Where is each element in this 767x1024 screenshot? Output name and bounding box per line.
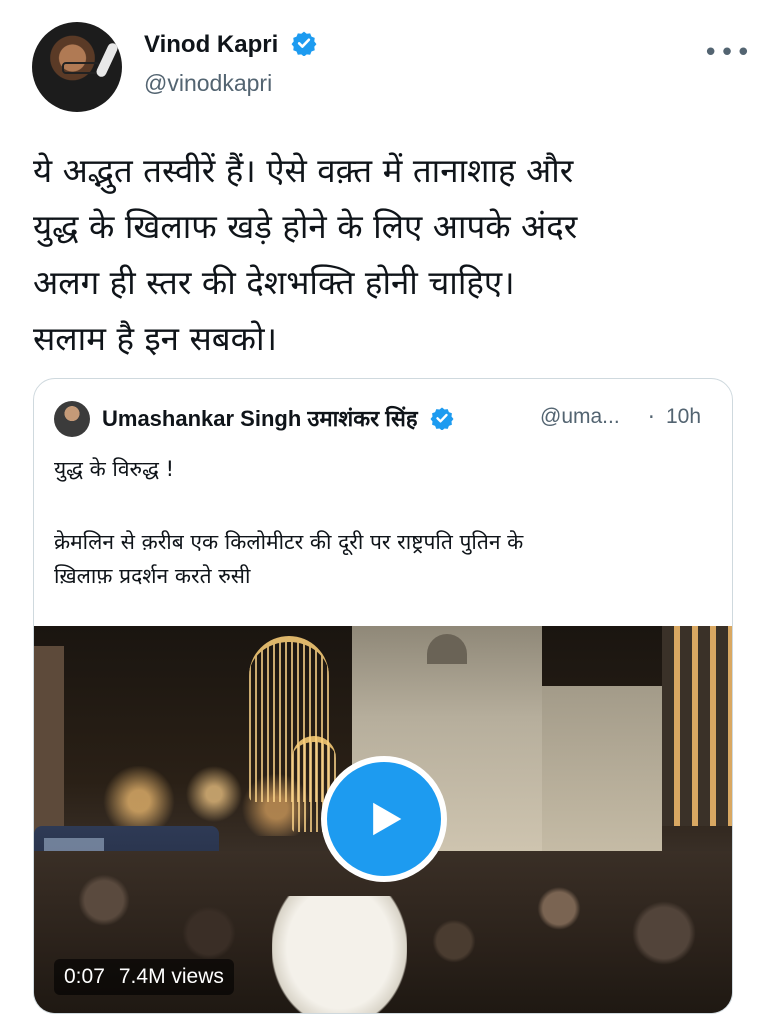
quoted-author-name-text: Umashankar Singh उमाशंकर सिंह bbox=[102, 406, 418, 431]
quoted-author-name[interactable]: Umashankar Singh उमाशंकर सिंह bbox=[102, 403, 454, 433]
video-player[interactable]: 0:07 7.4M views bbox=[34, 626, 732, 1013]
avatar-glasses bbox=[62, 62, 100, 74]
tweet-header: Vinod Kapri @vinodkapri ••• bbox=[0, 0, 767, 120]
quoted-author-handle[interactable]: @uma... bbox=[540, 405, 620, 429]
author-avatar[interactable] bbox=[32, 22, 122, 112]
play-icon bbox=[373, 802, 402, 836]
video-views: 7.4M views bbox=[118, 965, 224, 988]
avatar-microphone bbox=[94, 41, 120, 79]
video-duration: 0:07 bbox=[64, 965, 105, 988]
more-options-icon[interactable]: ••• bbox=[703, 38, 752, 68]
video-scene-white-hood bbox=[272, 896, 407, 1013]
quoted-timestamp[interactable]: 10h bbox=[666, 405, 701, 429]
quoted-separator: · bbox=[648, 405, 655, 429]
quoted-text-line2: क्रेमलिन से क़रीब एक किलोमीटर की दूरी पर… bbox=[54, 530, 524, 588]
video-scene-building-left bbox=[34, 646, 64, 836]
quoted-text-line1: युद्ध के विरुद्ध ! bbox=[54, 457, 174, 481]
quoted-author-avatar[interactable] bbox=[54, 401, 90, 437]
quoted-tweet-card[interactable]: Umashankar Singh उमाशंकर सिंह @uma... · … bbox=[33, 378, 733, 1014]
video-scene-building-far-right bbox=[662, 626, 732, 826]
author-handle[interactable]: @vinodkapri bbox=[144, 70, 272, 97]
author-name[interactable]: Vinod Kapri bbox=[144, 30, 317, 59]
video-stats-badge: 0:07 7.4M views bbox=[54, 959, 234, 995]
quoted-verified-badge-icon bbox=[430, 407, 454, 430]
verified-badge-icon bbox=[291, 31, 317, 56]
play-button[interactable] bbox=[321, 756, 447, 882]
author-name-text: Vinod Kapri bbox=[144, 31, 279, 58]
video-scene-building-right bbox=[542, 686, 662, 866]
tweet-text: ये अद्भुत तस्वीरें हैं। ऐसे वक़्त में ता… bbox=[33, 151, 578, 358]
video-scene-arch bbox=[427, 634, 467, 664]
